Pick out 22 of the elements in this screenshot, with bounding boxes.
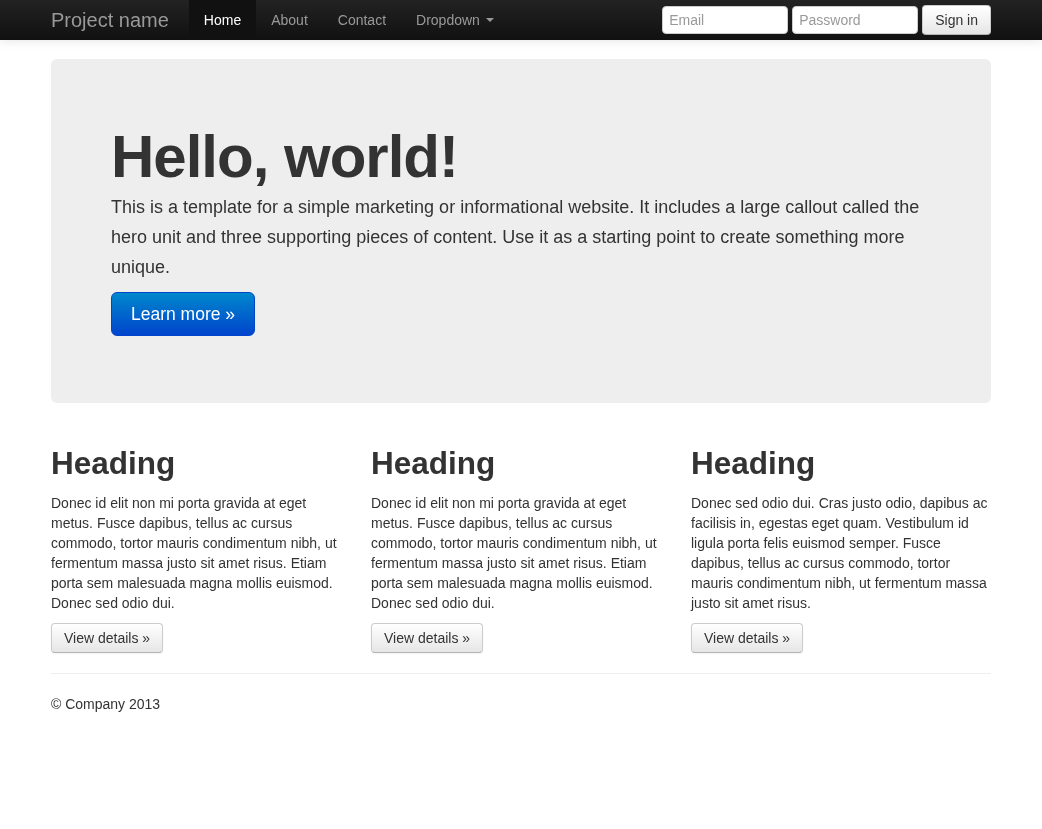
column-text: Donec id elit non mi porta gravida at eget metus. Fusce dapibus, tellus ac cursus commodo, tortor mauris condimentum nibh, ut fermentum massa justo sit amet risus. Etiam porta sem malesuada magna mollis euismod. Donec sed odio dui. xyxy=(371,494,658,613)
column-text: Donec sed odio dui. Cras justo odio, dapibus ac facilisis in, egestas eget quam. Vestibulum id ligula porta felis euismod semper. Fusce dapibus, tellus ac cursus commodo, tortor mauris condimentum nibh, ut fermentum massa justo sit amet risus. xyxy=(691,494,989,613)
view-details-button[interactable]: View details » xyxy=(691,623,804,653)
nav-link[interactable]: Contact xyxy=(322,0,402,40)
column-heading: Heading xyxy=(371,444,497,483)
nav-link[interactable]: Home xyxy=(188,0,257,40)
nav-link[interactable]: About xyxy=(256,0,323,40)
learn-more-button[interactable]: Learn more » xyxy=(111,292,256,336)
nav-link[interactable]: Dropdown xyxy=(401,0,509,40)
view-details-button[interactable]: View details » xyxy=(371,623,484,653)
email-field[interactable]: Email xyxy=(662,6,789,34)
hero-text: This is a template for a simple marketing or informational website. It includes a large callout called the hero unit and three supporting pieces of content. Use it as a starting point to create something more unique. xyxy=(111,196,921,279)
column-text: Donec id elit non mi porta gravida at eget metus. Fusce dapibus, tellus ac cursus commodo, tortor mauris condimentum nibh, ut fermentum massa justo sit amet risus. Etiam porta sem malesuada magna mollis euismod. Donec sed odio dui. xyxy=(51,494,338,613)
hero-title: Hello, world! xyxy=(111,127,459,187)
footer-text: © Company 2013 xyxy=(51,695,162,714)
sign-in-button[interactable]: Sign in xyxy=(922,5,991,35)
column-heading: Heading xyxy=(691,444,817,483)
view-details-button[interactable]: View details » xyxy=(51,623,164,653)
caret-icon xyxy=(485,18,494,22)
column-heading: Heading xyxy=(51,444,177,483)
brand-link[interactable]: Project name xyxy=(51,0,189,40)
password-field[interactable]: Password xyxy=(792,6,919,34)
